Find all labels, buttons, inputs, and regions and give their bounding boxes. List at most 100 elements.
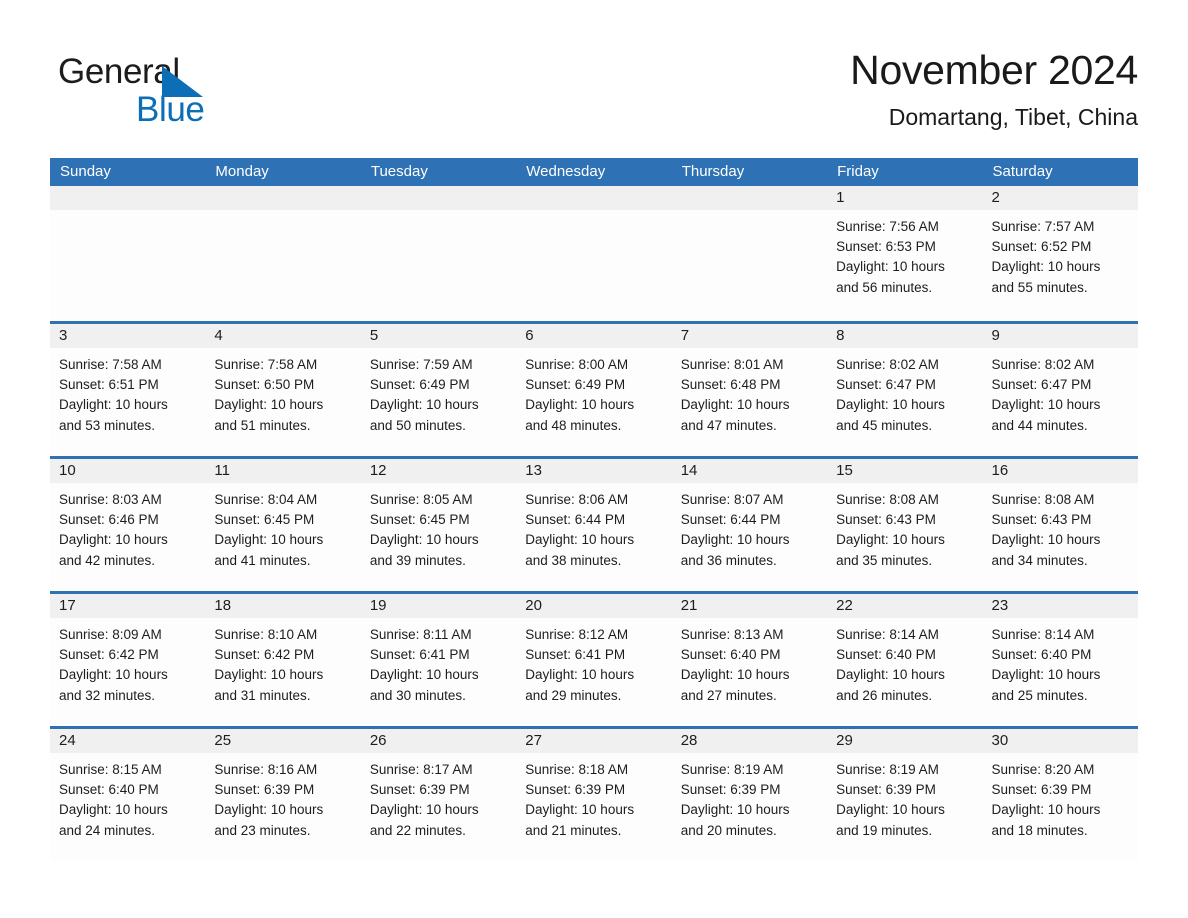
daylight-text: Daylight: 10 hours [59, 802, 168, 818]
daylight-text-cont: and 18 minutes. [991, 822, 1088, 838]
calendar-day-cell[interactable]: 26 Sunrise: 8:17 AM Sunset: 6:39 PM Dayligh… [360, 729, 517, 861]
day-details: Sunrise: 8:01 AM Sunset: 6:48 PM Daylight:… [672, 348, 827, 436]
daylight-text-cont: and 22 minutes. [369, 822, 466, 838]
day-details: Sunrise: 8:07 AM Sunset: 6:44 PM Daylight:… [672, 483, 827, 571]
calendar-day-cell[interactable]: 4 Sunrise: 7:58 AM Sunset: 6:50 PM Daylight… [205, 324, 361, 456]
sunrise-text: Sunrise: 8:01 AM [680, 357, 784, 372]
calendar-day-cell[interactable]: 15 Sunrise: 8:08 AM Sunset: 6:43 PM Dayligh… [827, 459, 983, 591]
daylight-text: Daylight: 10 hours [836, 802, 945, 818]
day-number-band: 17 [50, 594, 206, 618]
day-details [516, 210, 671, 217]
sunrise-text: Sunrise: 7:59 AM [369, 357, 473, 372]
daylight-text: Daylight: 10 hours [836, 259, 945, 275]
day-number: 10 [59, 462, 76, 479]
sunrise-text: Sunrise: 8:02 AM [991, 357, 1095, 372]
calendar-day-cell[interactable]: 5 Sunrise: 7:59 AM Sunset: 6:49 PM Daylight… [360, 324, 517, 456]
day-number: 19 [369, 597, 387, 614]
sunrise-text: Sunrise: 8:03 AM [59, 492, 162, 507]
sunset-text: Sunset: 6:47 PM [836, 377, 936, 393]
calendar-day-cell[interactable]: 19 Sunrise: 8:11 AM Sunset: 6:41 PM Dayligh… [360, 594, 517, 726]
sunset-text: Sunset: 6:41 PM [369, 647, 470, 663]
sunset-text: Sunset: 6:39 PM [525, 782, 626, 798]
calendar-day-cell-empty [50, 186, 206, 321]
daylight-text: Daylight: 10 hours [369, 532, 479, 548]
daylight-text: Daylight: 10 hours [59, 397, 168, 413]
calendar-page: General Blue November 2024 Domartang, Ti… [0, 0, 1188, 918]
sunrise-text: Sunrise: 8:04 AM [214, 492, 318, 507]
calendar-day-cell[interactable]: 30 Sunrise: 8:20 AM Sunset: 6:39 PM Dayligh… [982, 729, 1138, 861]
day-number-band: 9 [982, 324, 1138, 348]
calendar-day-cell-empty [516, 186, 672, 321]
day-details: Sunrise: 8:04 AM Sunset: 6:45 PM Daylight:… [205, 483, 360, 571]
calendar-day-cell[interactable]: 20 Sunrise: 8:12 AM Sunset: 6:41 PM Dayligh… [516, 594, 672, 726]
calendar-day-cell[interactable]: 21 Sunrise: 8:13 AM Sunset: 6:40 PM Dayligh… [671, 594, 828, 726]
calendar-day-cell-empty [671, 186, 828, 321]
calendar-day-cell[interactable]: 10 Sunrise: 8:03 AM Sunset: 6:46 PM Dayligh… [50, 459, 206, 591]
sunrise-text: Sunrise: 8:16 AM [214, 762, 318, 777]
day-number: 21 [680, 597, 698, 614]
day-number-band: 1 [827, 186, 983, 210]
daylight-text: Daylight: 10 hours [680, 397, 790, 413]
day-details: Sunrise: 8:16 AM Sunset: 6:39 PM Daylight:… [205, 753, 360, 841]
day-number-band: 3 [50, 324, 206, 348]
daylight-text: Daylight: 10 hours [214, 802, 324, 818]
generalblue-logo[interactable]: General Blue [58, 52, 318, 138]
daylight-text-cont: and 19 minutes. [836, 822, 933, 838]
calendar-day-cell[interactable]: 25 Sunrise: 8:16 AM Sunset: 6:39 PM Dayligh… [205, 729, 361, 861]
calendar-day-cell[interactable]: 8 Sunrise: 8:02 AM Sunset: 6:47 PM Daylight… [827, 324, 983, 456]
day-number: 6 [525, 327, 534, 344]
calendar-day-cell[interactable]: 3 Sunrise: 7:58 AM Sunset: 6:51 PM Daylight… [50, 324, 206, 456]
calendar-day-cell[interactable]: 24 Sunrise: 8:15 AM Sunset: 6:40 PM Dayligh… [50, 729, 206, 861]
day-details: Sunrise: 8:05 AM Sunset: 6:45 PM Daylight:… [361, 483, 516, 571]
daylight-text-cont: and 38 minutes. [525, 552, 622, 568]
calendar-day-cell[interactable]: 28 Sunrise: 8:19 AM Sunset: 6:39 PM Dayligh… [671, 729, 828, 861]
daylight-text: Daylight: 10 hours [836, 397, 945, 413]
sunset-text: Sunset: 6:40 PM [680, 647, 781, 663]
calendar-day-cell[interactable]: 22 Sunrise: 8:14 AM Sunset: 6:40 PM Dayligh… [827, 594, 983, 726]
weekday-header-thursday: Thursday [681, 163, 745, 180]
calendar-day-cell[interactable]: 7 Sunrise: 8:01 AM Sunset: 6:48 PM Daylight… [671, 324, 828, 456]
day-number-band: 14 [671, 459, 828, 483]
calendar-day-cell[interactable]: 17 Sunrise: 8:09 AM Sunset: 6:42 PM Dayligh… [50, 594, 206, 726]
sunset-text: Sunset: 6:47 PM [991, 377, 1092, 393]
sunset-text: Sunset: 6:39 PM [991, 782, 1092, 798]
sunset-text: Sunset: 6:50 PM [214, 377, 315, 393]
calendar-day-cell[interactable]: 14 Sunrise: 8:07 AM Sunset: 6:44 PM Dayligh… [671, 459, 828, 591]
day-number-band: 8 [827, 324, 983, 348]
day-number-band [205, 186, 361, 210]
calendar-day-cell[interactable]: 6 Sunrise: 8:00 AM Sunset: 6:49 PM Daylight… [516, 324, 672, 456]
daylight-text: Daylight: 10 hours [525, 802, 635, 818]
daylight-text: Daylight: 10 hours [991, 259, 1101, 275]
day-details: Sunrise: 8:11 AM Sunset: 6:41 PM Daylight:… [361, 618, 516, 706]
calendar-day-cell[interactable]: 2 Sunrise: 7:57 AM Sunset: 6:52 PM Daylight… [982, 186, 1138, 321]
sunrise-text: Sunrise: 8:00 AM [525, 357, 629, 372]
day-number-band [50, 186, 206, 210]
day-details: Sunrise: 8:15 AM Sunset: 6:40 PM Daylight:… [50, 753, 205, 841]
day-details: Sunrise: 7:58 AM Sunset: 6:51 PM Daylight:… [50, 348, 205, 436]
calendar-week-row: 10 Sunrise: 8:03 AM Sunset: 6:46 PM Dayligh… [50, 456, 1138, 591]
calendar-day-cell[interactable]: 1 Sunrise: 7:56 AM Sunset: 6:53 PM Daylight… [827, 186, 983, 321]
calendar-day-cell[interactable]: 18 Sunrise: 8:10 AM Sunset: 6:42 PM Dayligh… [205, 594, 361, 726]
calendar-day-cell[interactable]: 29 Sunrise: 8:19 AM Sunset: 6:39 PM Dayligh… [827, 729, 983, 861]
sunset-text: Sunset: 6:45 PM [369, 512, 470, 528]
calendar-day-cell[interactable]: 9 Sunrise: 8:02 AM Sunset: 6:47 PM Daylight… [982, 324, 1138, 456]
sunset-text: Sunset: 6:39 PM [369, 782, 470, 798]
calendar-day-cell[interactable]: 11 Sunrise: 8:04 AM Sunset: 6:45 PM Dayligh… [205, 459, 361, 591]
calendar-day-cell[interactable]: 13 Sunrise: 8:06 AM Sunset: 6:44 PM Dayligh… [516, 459, 672, 591]
sunrise-text: Sunrise: 8:09 AM [59, 627, 162, 642]
day-number-band: 16 [982, 459, 1138, 483]
sunrise-text: Sunrise: 8:19 AM [836, 762, 939, 777]
calendar-day-cell[interactable]: 27 Sunrise: 8:18 AM Sunset: 6:39 PM Dayligh… [516, 729, 672, 861]
day-number-band: 27 [516, 729, 672, 753]
day-details [50, 210, 205, 217]
day-number: 15 [836, 462, 853, 479]
calendar-day-cell[interactable]: 12 Sunrise: 8:05 AM Sunset: 6:45 PM Dayligh… [360, 459, 517, 591]
sunrise-text: Sunrise: 7:58 AM [59, 357, 162, 372]
day-details: Sunrise: 8:02 AM Sunset: 6:47 PM Daylight:… [827, 348, 982, 436]
day-details: Sunrise: 8:08 AM Sunset: 6:43 PM Daylight:… [983, 483, 1138, 571]
day-details: Sunrise: 8:19 AM Sunset: 6:39 PM Daylight:… [827, 753, 982, 841]
calendar-day-cell[interactable]: 16 Sunrise: 8:08 AM Sunset: 6:43 PM Dayligh… [982, 459, 1138, 591]
sunrise-text: Sunrise: 8:14 AM [991, 627, 1095, 642]
calendar-day-cell[interactable]: 23 Sunrise: 8:14 AM Sunset: 6:40 PM Dayligh… [982, 594, 1138, 726]
sunrise-text: Sunrise: 8:02 AM [836, 357, 939, 372]
